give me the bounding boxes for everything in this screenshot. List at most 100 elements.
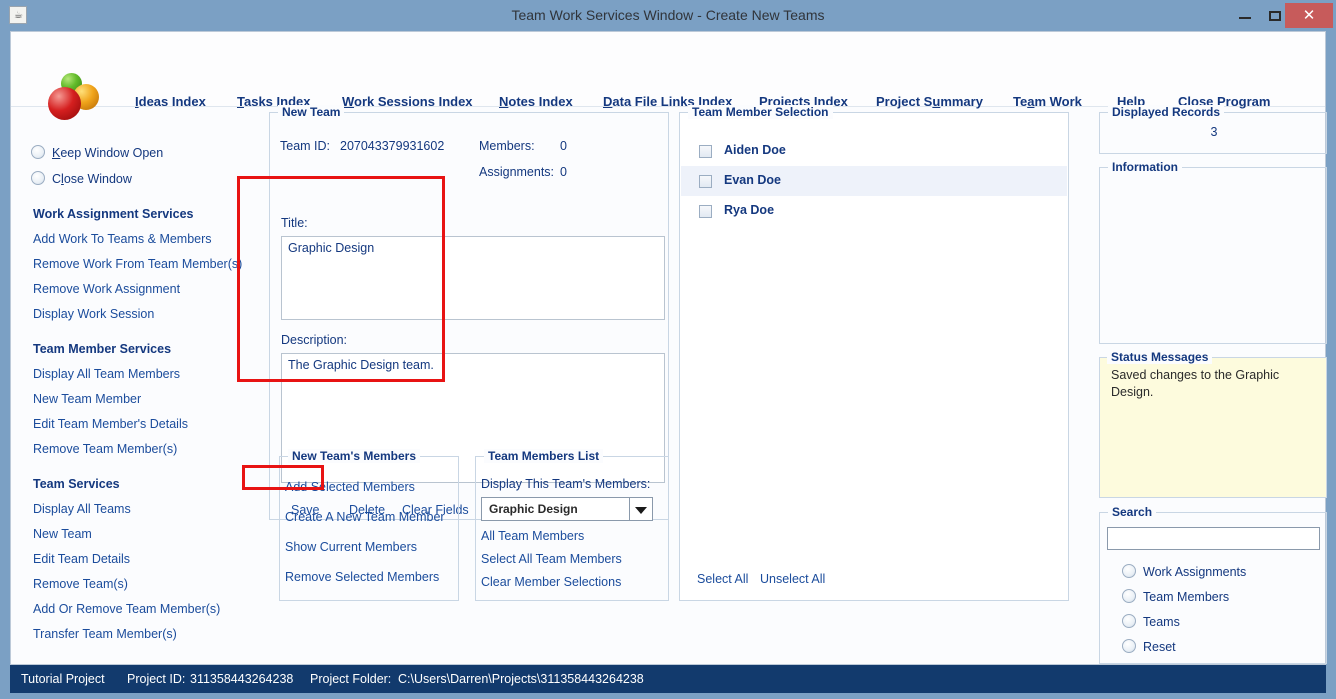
description-label: Description: bbox=[281, 333, 347, 347]
status-project-id-value: 311358443264238 bbox=[190, 672, 294, 686]
member-row-aiden-doe[interactable]: Aiden Doe bbox=[681, 136, 1067, 166]
information-panel: Information bbox=[1099, 160, 1327, 344]
member-name: Aiden Doe bbox=[724, 143, 786, 157]
status-project-id-label: Project ID: bbox=[127, 672, 186, 686]
assignments-value: 0 bbox=[560, 165, 567, 179]
team-select-value: Graphic Design bbox=[489, 502, 578, 516]
sidebar-item-remove-work-assignment[interactable]: Remove Work Assignment bbox=[33, 282, 180, 296]
search-option-work-assignments[interactable]: Work Assignments bbox=[1122, 564, 1246, 579]
radio-icon bbox=[31, 171, 45, 185]
sidebar-heading-team-member-services: Team Member Services bbox=[33, 342, 172, 356]
new-teams-members-panel: New Team's Members Add Selected Members … bbox=[279, 449, 459, 601]
member-row-rya-doe[interactable]: Rya Doe bbox=[681, 196, 1067, 226]
sidebar-item-new-team[interactable]: New Team bbox=[33, 527, 92, 541]
close-icon: ✕ bbox=[1302, 6, 1316, 24]
menu-item-team-work[interactable]: Team Work bbox=[1013, 94, 1082, 109]
status-bar: Tutorial Project Project ID: 31135844326… bbox=[10, 665, 1326, 693]
radio-label: Team Members bbox=[1143, 590, 1230, 604]
menu-bar: Ideas Index Tasks Index Work Sessions In… bbox=[11, 32, 1325, 120]
window-body: Ideas Index Tasks Index Work Sessions In… bbox=[10, 31, 1327, 665]
sidebar-heading-team-services: Team Services bbox=[33, 477, 120, 491]
sidebar-heading-work-assignment-services: Work Assignment Services bbox=[33, 207, 194, 221]
radio-label: Teams bbox=[1143, 615, 1180, 629]
sidebar-item-add-work-to-teams-members[interactable]: Add Work To Teams & Members bbox=[33, 232, 212, 246]
minimize-icon bbox=[1239, 17, 1251, 19]
status-project-name: Tutorial Project bbox=[21, 672, 105, 686]
radio-icon bbox=[1122, 639, 1136, 653]
sidebar-item-edit-team-members-details[interactable]: Edit Team Member's Details bbox=[33, 417, 188, 431]
members-value: 0 bbox=[560, 139, 567, 153]
title-bar: ☕ Team Work Services Window - Create New… bbox=[0, 0, 1336, 31]
radio-icon bbox=[31, 145, 45, 159]
add-selected-members-button[interactable]: Add Selected Members bbox=[285, 480, 415, 494]
create-a-new-team-member-button[interactable]: Create A New Team Member bbox=[285, 510, 445, 524]
member-row-evan-doe[interactable]: Evan Doe bbox=[681, 166, 1067, 196]
menu-item-work-sessions-index[interactable]: Work Sessions Index bbox=[342, 94, 473, 109]
search-option-teams[interactable]: Teams bbox=[1122, 614, 1180, 629]
radio-icon bbox=[1122, 564, 1136, 578]
sidebar-item-display-all-teams[interactable]: Display All Teams bbox=[33, 502, 131, 516]
status-message-text: Saved changes to the Graphic Design. bbox=[1099, 357, 1327, 498]
sidebar-item-display-all-team-members[interactable]: Display All Team Members bbox=[33, 367, 180, 381]
status-messages-legend: Status Messages bbox=[1107, 350, 1213, 364]
member-checkbox[interactable] bbox=[699, 205, 712, 218]
radio-label: Keep Window Open bbox=[52, 146, 164, 160]
close-button[interactable]: ✕ bbox=[1285, 3, 1333, 28]
member-checkbox[interactable] bbox=[699, 175, 712, 188]
sidebar-item-add-or-remove-team-members[interactable]: Add Or Remove Team Member(s) bbox=[33, 602, 220, 616]
status-project-folder-label: Project Folder: bbox=[310, 672, 392, 686]
sidebar-item-display-work-session[interactable]: Display Work Session bbox=[33, 307, 154, 321]
radio-label: Close Window bbox=[52, 172, 132, 186]
search-option-reset[interactable]: Reset bbox=[1122, 639, 1176, 654]
sidebar-item-remove-work-from-team-members[interactable]: Remove Work From Team Member(s) bbox=[33, 257, 242, 271]
search-legend: Search bbox=[1108, 505, 1157, 519]
new-team-legend: New Team bbox=[278, 105, 345, 119]
status-messages-panel: Status Messages Saved changes to the Gra… bbox=[1099, 350, 1327, 498]
displayed-records-value: 3 bbox=[1210, 125, 1218, 139]
team-member-selection-panel: Team Member Selection Aiden Doe Evan Doe… bbox=[679, 105, 1069, 601]
search-panel: Search Work Assignments Team Members Tea… bbox=[1099, 505, 1327, 664]
team-id-value: 207043379931602 bbox=[340, 139, 445, 153]
radio-label: Work Assignments bbox=[1143, 565, 1247, 579]
status-project-folder-value: C:\Users\Darren\Projects\311358443264238 bbox=[398, 672, 644, 686]
chevron-down-icon[interactable] bbox=[629, 498, 652, 520]
assignments-label: Assignments: bbox=[479, 165, 555, 179]
unselect-all-button[interactable]: Unselect All bbox=[760, 572, 825, 586]
select-all-team-members-button[interactable]: Select All Team Members bbox=[481, 552, 622, 566]
all-team-members-button[interactable]: All Team Members bbox=[481, 529, 584, 543]
search-option-team-members[interactable]: Team Members bbox=[1122, 589, 1229, 604]
information-legend: Information bbox=[1108, 160, 1182, 174]
sidebar-item-new-team-member[interactable]: New Team Member bbox=[33, 392, 141, 406]
menu-item-notes-index[interactable]: Notes Index bbox=[499, 94, 573, 109]
show-current-members-button[interactable]: Show Current Members bbox=[285, 540, 417, 554]
sidebar-item-remove-teams[interactable]: Remove Team(s) bbox=[33, 577, 128, 591]
radio-keep-window-open[interactable]: Keep Window Open bbox=[31, 145, 163, 160]
select-all-button[interactable]: Select All bbox=[697, 572, 748, 586]
radio-icon bbox=[1122, 589, 1136, 603]
new-teams-members-legend: New Team's Members bbox=[288, 449, 421, 463]
clear-member-selections-button[interactable]: Clear Member Selections bbox=[481, 575, 621, 589]
menu-item-project-summary[interactable]: Project Summary bbox=[876, 94, 983, 109]
team-members-list-panel: Team Members List Display This Team's Me… bbox=[475, 449, 669, 601]
maximize-icon bbox=[1269, 11, 1281, 21]
displayed-records-legend: Displayed Records bbox=[1108, 105, 1225, 119]
team-select-dropdown[interactable]: Graphic Design bbox=[481, 497, 653, 521]
title-label: Title: bbox=[281, 216, 308, 230]
member-name: Evan Doe bbox=[724, 173, 781, 187]
team-members-list-legend: Team Members List bbox=[484, 449, 604, 463]
search-input[interactable] bbox=[1107, 527, 1320, 550]
displayed-records-panel: Displayed Records 3 bbox=[1099, 105, 1327, 154]
application-window: ☕ Team Work Services Window - Create New… bbox=[0, 0, 1336, 699]
menu-item-ideas-index[interactable]: Ideas Index bbox=[135, 94, 206, 109]
member-name: Rya Doe bbox=[724, 203, 775, 217]
sidebar-item-edit-team-details[interactable]: Edit Team Details bbox=[33, 552, 130, 566]
remove-selected-members-button[interactable]: Remove Selected Members bbox=[285, 570, 439, 584]
members-label: Members: bbox=[479, 139, 535, 153]
window-title: Team Work Services Window - Create New T… bbox=[511, 7, 825, 23]
sidebar-item-transfer-team-members[interactable]: Transfer Team Member(s) bbox=[33, 627, 177, 641]
member-checkbox[interactable] bbox=[699, 145, 712, 158]
sidebar-item-remove-team-members[interactable]: Remove Team Member(s) bbox=[33, 442, 177, 456]
minimize-button[interactable] bbox=[1228, 0, 1262, 31]
title-input[interactable]: Graphic Design bbox=[281, 236, 665, 320]
radio-close-window[interactable]: Close Window bbox=[31, 171, 132, 186]
